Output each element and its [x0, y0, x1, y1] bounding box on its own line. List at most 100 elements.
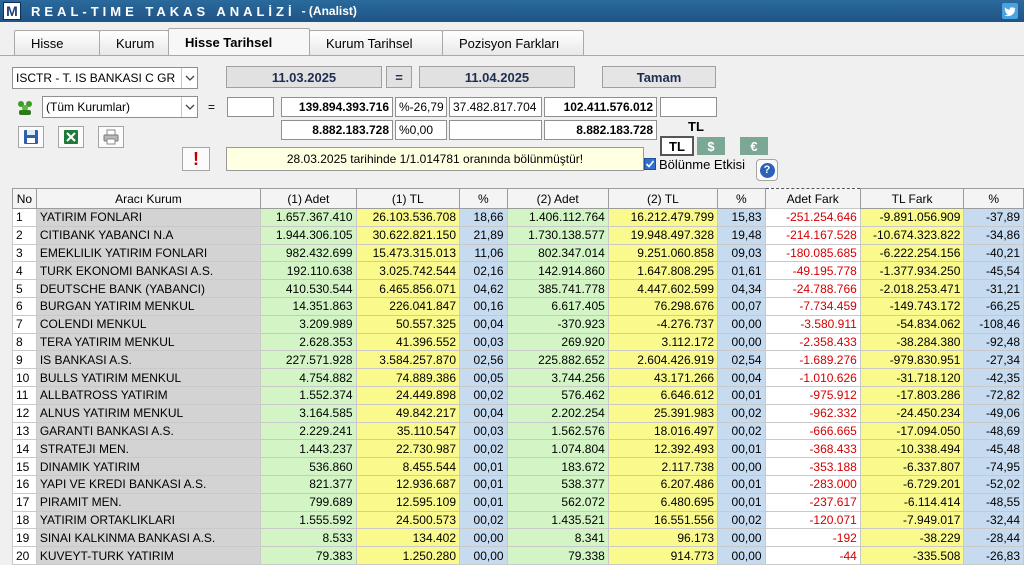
- table-row[interactable]: 9 IS BANKASI A.S. 227.571.928 3.584.257.870…: [12, 350, 1024, 370]
- tab-kurum[interactable]: Kurum: [99, 30, 169, 56]
- cell-adet-2: 1.730.138.577: [506, 225, 609, 245]
- table-row[interactable]: 13 GARANTI BANKASI A.S. 2.229.241 35.110.54…: [12, 421, 1024, 441]
- column-header-no[interactable]: No: [12, 188, 37, 209]
- ok-button[interactable]: Tamam: [602, 66, 716, 88]
- cell-adet-1: 79.383: [260, 546, 357, 565]
- twitter-icon[interactable]: [1002, 3, 1018, 19]
- cell-pct-2: 19,48: [717, 225, 766, 245]
- column-header-tl-1[interactable]: (1) TL: [355, 188, 461, 209]
- column-header-tl-fark[interactable]: TL Fark: [859, 188, 965, 209]
- cell-adet-1: 1.443.237: [260, 439, 357, 459]
- column-header-adet-1[interactable]: (1) Adet: [260, 188, 357, 209]
- cell-pct-1: 00,05: [459, 368, 508, 387]
- table-row[interactable]: 2 CITIBANK YABANCI N.A 1.944.306.105 30.622…: [12, 225, 1024, 245]
- cell-pct-fark: -26,83: [963, 546, 1024, 565]
- cell-tl-fark: -31.718.120: [859, 368, 965, 387]
- cell-adet-fark: -353.188: [764, 457, 861, 476]
- input-empty-1[interactable]: [227, 97, 274, 117]
- cell-adet-1: 2.229.241: [260, 421, 357, 441]
- cell-no: 4: [12, 261, 37, 281]
- column-header-adet-2[interactable]: (2) Adet: [506, 188, 609, 209]
- tab-pozisyon-farklari[interactable]: Pozisyon Farkları: [442, 30, 584, 56]
- cell-pct-1: 00,16: [459, 296, 508, 316]
- cell-adet-1: 2.628.353: [260, 332, 357, 352]
- cell-pct-2: 00,01: [717, 492, 766, 512]
- cell-adet-fark: -49.195.778: [764, 261, 861, 281]
- stock-select[interactable]: ISCTR - T. IS BANKASI C GR: [12, 67, 198, 89]
- chevron-down-icon[interactable]: [181, 68, 197, 88]
- currency-usd-button[interactable]: $: [697, 137, 725, 155]
- cell-no: 16: [12, 474, 37, 494]
- cell-pct-fark: -34,86: [963, 225, 1024, 245]
- print-icon[interactable]: [98, 126, 124, 148]
- cell-pct-1: 02,16: [459, 261, 508, 281]
- cell-no: 5: [12, 279, 37, 298]
- table-row[interactable]: 14 STRATEJI MEN. 1.443.237 22.730.987 00,02 1…: [12, 439, 1024, 459]
- column-header-pct-2[interactable]: %: [717, 188, 766, 209]
- table-row[interactable]: 12 ALNUS YATIRIM MENKUL 3.164.585 49.842.21…: [12, 403, 1024, 423]
- excel-icon[interactable]: [58, 126, 84, 148]
- column-header-adet-fark[interactable]: Adet Fark: [764, 188, 861, 209]
- cell-tl-1: 6.465.856.071: [355, 279, 461, 298]
- app-title: REAL-TIME TAKAS ANALİZİ: [31, 3, 296, 19]
- cell-tl-2: 6.646.612: [607, 385, 719, 405]
- cell-tl-1: 15.473.315.013: [355, 243, 461, 263]
- table-row[interactable]: 6 BURGAN YATIRIM MENKUL 14.351.863 226.041.…: [12, 296, 1024, 316]
- cell-tl-2: 914.773: [607, 546, 719, 565]
- cell-pct-2: 00,01: [717, 474, 766, 494]
- table-row[interactable]: 3 EMEKLILIK YATIRIM FONLARI 982.432.699 15.…: [12, 243, 1024, 263]
- institution-select[interactable]: (Tüm Kurumlar): [42, 96, 198, 118]
- total-value-3: 102.411.576.012: [544, 97, 657, 117]
- input-empty-3[interactable]: [449, 120, 542, 140]
- table-row[interactable]: 18 YATIRIM ORTAKLIKLARI 1.555.592 24.500.57…: [12, 510, 1024, 530]
- cell-no: 7: [12, 314, 37, 334]
- cell-araci-kurum: TERA YATIRIM MENKUL: [35, 332, 262, 352]
- table-row[interactable]: 10 BULLS YATIRIM MENKUL 4.754.882 74.889.38…: [12, 368, 1024, 387]
- table-row[interactable]: 17 PIRAMIT MEN. 799.689 12.595.109 00,01 562.…: [12, 492, 1024, 512]
- table-row[interactable]: 15 DINAMIK YATIRIM 536.860 8.455.544 00,01 18…: [12, 457, 1024, 476]
- table-row[interactable]: 7 COLENDI MENKUL 3.209.989 50.557.325 00,04-…: [12, 314, 1024, 334]
- cell-pct-fark: -92,48: [963, 332, 1024, 352]
- split-checkbox[interactable]: [644, 158, 656, 170]
- cell-adet-1: 3.164.585: [260, 403, 357, 423]
- cell-pct-1: 11,06: [459, 243, 508, 263]
- institutions-icon[interactable]: [12, 96, 38, 118]
- tab-kurum-tarihsel[interactable]: Kurum Tarihsel: [309, 30, 443, 56]
- table-row[interactable]: 8 TERA YATIRIM MENKUL 2.628.353 41.396.552 0…: [12, 332, 1024, 352]
- chevron-down-icon[interactable]: [181, 97, 197, 117]
- cell-pct-1: 00,04: [459, 403, 508, 423]
- cell-adet-1: 982.432.699: [260, 243, 357, 263]
- table-row[interactable]: 4 TURK EKONOMI BANKASI A.S. 192.110.638 3.0…: [12, 261, 1024, 281]
- input-empty-2[interactable]: [660, 97, 717, 117]
- tab-hisse[interactable]: Hisse: [14, 30, 100, 56]
- column-header-pct-1[interactable]: %: [459, 188, 508, 209]
- cell-pct-fark: -31,21: [963, 279, 1024, 298]
- table-row[interactable]: 19 SINAI KALKINMA BANKASI A.S. 8.533 134.40…: [12, 528, 1024, 548]
- table-row[interactable]: 11 ALLBATROSS YATIRIM 1.552.374 24.449.898 0…: [12, 385, 1024, 405]
- cell-no: 19: [12, 528, 37, 548]
- cell-adet-fark: -7.734.459: [764, 296, 861, 316]
- start-date[interactable]: 11.03.2025: [226, 66, 382, 88]
- column-header-tl-2[interactable]: (2) TL: [607, 188, 719, 209]
- currency-eur-button[interactable]: €: [740, 137, 768, 155]
- total-value-2: 37.482.817.704: [449, 97, 542, 117]
- end-date[interactable]: 11.04.2025: [419, 66, 575, 88]
- table-row[interactable]: 16 YAPI VE KREDI BANKASI A.S. 821.377 12.93…: [12, 474, 1024, 494]
- table-row[interactable]: 5 DEUTSCHE BANK (YABANCI) 410.530.544 6.465…: [12, 279, 1024, 298]
- cell-adet-fark: -1.689.276: [764, 350, 861, 370]
- column-header-pct-fark[interactable]: %: [963, 188, 1024, 209]
- table-row[interactable]: 20 KUVEYT-TURK YATIRIM 79.383 1.250.280 00,0…: [12, 546, 1024, 565]
- column-header-araci-kurum[interactable]: Aracı Kurum: [35, 188, 262, 209]
- save-icon[interactable]: [18, 126, 44, 148]
- table-row[interactable]: 1 YATIRIM FONLARI 1.657.367.410 26.103.536.…: [12, 208, 1024, 227]
- cell-adet-1: 536.860: [260, 457, 357, 476]
- tab-hisse-tarihsel[interactable]: Hisse Tarihsel: [168, 28, 310, 56]
- split-checkbox-label: Bölünme Etkisi: [659, 157, 745, 172]
- help-icon[interactable]: ?: [756, 159, 778, 181]
- cell-adet-1: 1.552.374: [260, 385, 357, 405]
- cell-tl-1: 1.250.280: [355, 546, 461, 565]
- currency-tl-button[interactable]: TL: [660, 136, 694, 156]
- warning-icon[interactable]: !: [182, 147, 210, 171]
- cell-adet-2: 8.341: [506, 528, 609, 548]
- cell-adet-fark: -251.254.646: [764, 208, 861, 227]
